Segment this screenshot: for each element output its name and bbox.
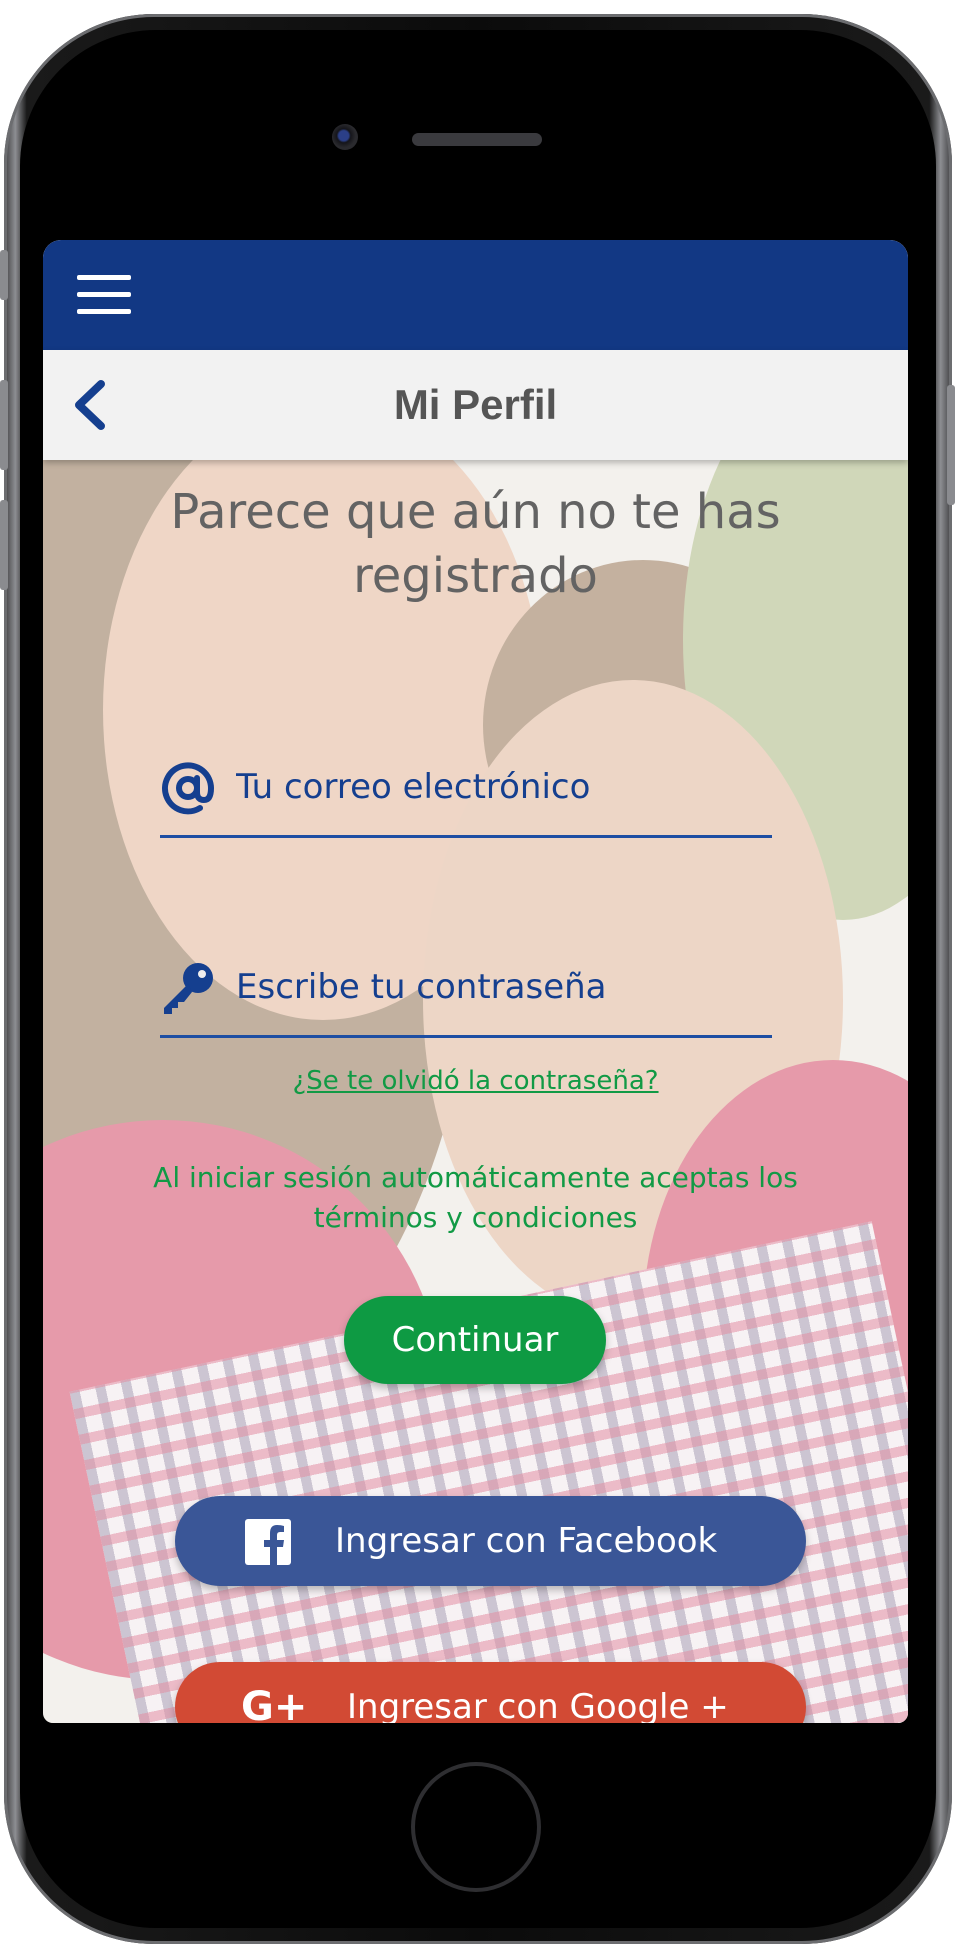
app-screen: Mi Perfil Parece que aún no te has regis… [43,240,908,1723]
email-input[interactable] [234,758,768,816]
facebook-login-button[interactable]: Ingresar con Facebook [175,1496,806,1586]
continue-button[interactable]: Continuar [344,1296,606,1384]
at-icon [160,760,216,816]
facebook-icon [245,1519,291,1565]
google-plus-icon: G+ [241,1684,308,1723]
email-field[interactable] [160,740,772,838]
volume-up-button [0,380,8,470]
mute-switch [0,250,8,300]
password-input[interactable] [234,958,768,1016]
terms-text: Al iniciar sesión automáticamente acepta… [153,1161,798,1234]
page-title: Mi Perfil [393,381,558,428]
front-camera [332,124,358,150]
home-button[interactable] [411,1762,541,1892]
hamburger-menu-icon[interactable] [77,275,131,315]
facebook-login-label: Ingresar con Facebook [335,1521,718,1561]
password-field[interactable] [160,940,772,1038]
google-login-button[interactable]: G+ Ingresar con Google + [175,1662,806,1723]
volume-down-button [0,500,8,590]
earpiece-speaker [412,133,542,146]
google-login-label: Ingresar con Google + [347,1687,729,1723]
key-icon [160,960,216,1016]
app-bar [43,240,908,350]
registration-headline: Parece que aún no te has registrado [170,484,781,604]
title-bar: Mi Perfil [43,350,908,460]
forgot-password-link[interactable]: ¿Se te olvidó la contraseña? [43,1066,908,1096]
power-button [947,385,955,505]
